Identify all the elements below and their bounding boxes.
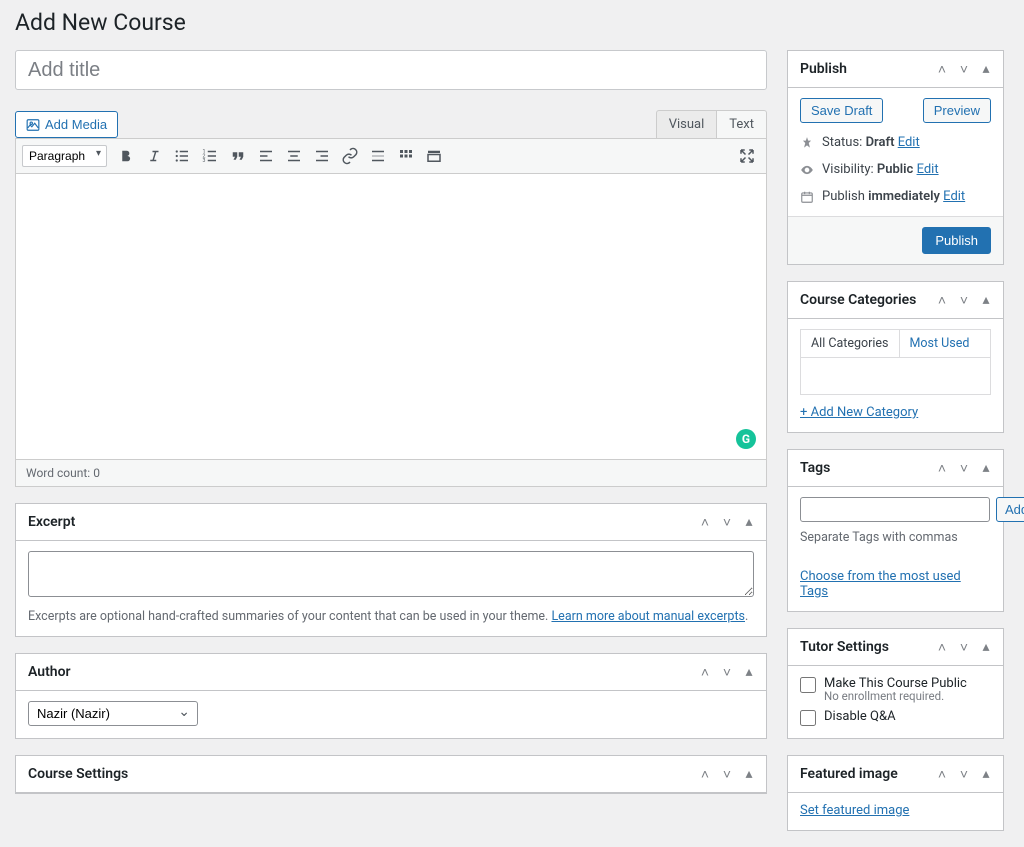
move-up-icon[interactable]: ˄ (931, 763, 953, 785)
italic-icon[interactable] (141, 143, 167, 169)
add-media-button[interactable]: Add Media (15, 111, 118, 138)
excerpt-help: Excerpts are optional hand-crafted summa… (28, 609, 754, 624)
toggle-panel-icon[interactable]: ▴ (738, 661, 760, 683)
toggle-panel-icon[interactable]: ▴ (738, 763, 760, 785)
media-icon (26, 118, 40, 132)
excerpt-heading: Excerpt (16, 504, 87, 540)
toggle-panel-icon[interactable]: ▴ (975, 289, 997, 311)
learn-more-link[interactable]: Learn more about manual excerpts (551, 609, 745, 624)
make-public-sub: No enrollment required. (824, 689, 991, 703)
grammarly-icon[interactable]: G (736, 429, 756, 449)
word-count: Word count: 0 (15, 460, 767, 487)
move-up-icon[interactable]: ˄ (931, 58, 953, 80)
move-up-icon[interactable]: ˄ (694, 661, 716, 683)
tag-input[interactable] (800, 497, 990, 522)
align-left-icon[interactable] (253, 143, 279, 169)
preview-button[interactable]: Preview (923, 98, 991, 123)
toggle-panel-icon[interactable]: ▴ (975, 636, 997, 658)
pin-icon (800, 136, 814, 150)
bold-icon[interactable] (113, 143, 139, 169)
choose-tags-link[interactable]: Choose from the most used Tags (800, 569, 961, 599)
editor-content[interactable]: G (15, 174, 767, 460)
categories-heading: Course Categories (788, 282, 928, 318)
toggle-panel-icon[interactable]: ▴ (738, 511, 760, 533)
author-select[interactable]: Nazir (Nazir) (28, 701, 198, 726)
move-down-icon[interactable]: ˅ (716, 511, 738, 533)
calendar-icon (800, 190, 814, 204)
numbered-list-icon[interactable]: 123 (197, 143, 223, 169)
move-up-icon[interactable]: ˄ (694, 763, 716, 785)
edit-schedule-link[interactable]: Edit (943, 189, 965, 204)
edit-status-link[interactable]: Edit (898, 135, 920, 150)
course-settings-heading: Course Settings (16, 756, 140, 792)
move-up-icon[interactable]: ˄ (694, 511, 716, 533)
set-featured-image-link[interactable]: Set featured image (800, 803, 909, 818)
toggle-panel-icon[interactable]: ▴ (975, 457, 997, 479)
move-down-icon[interactable]: ˅ (953, 58, 975, 80)
add-media-label: Add Media (45, 117, 107, 132)
toggle-panel-icon[interactable]: ▴ (975, 58, 997, 80)
visibility-icon (800, 163, 814, 177)
editor-toolbar: Paragraph 123 (15, 138, 767, 174)
author-heading: Author (16, 654, 83, 690)
disable-qa-checkbox[interactable] (800, 710, 816, 726)
move-down-icon[interactable]: ˅ (716, 763, 738, 785)
move-up-icon[interactable]: ˄ (931, 636, 953, 658)
tutor-settings-heading: Tutor Settings (788, 629, 901, 665)
quote-icon[interactable] (225, 143, 251, 169)
page-title: Add New Course (15, 0, 1004, 40)
make-public-checkbox[interactable] (800, 677, 816, 693)
excerpt-textarea[interactable] (28, 551, 754, 597)
move-up-icon[interactable]: ˄ (931, 289, 953, 311)
move-down-icon[interactable]: ˅ (953, 457, 975, 479)
align-center-icon[interactable] (281, 143, 307, 169)
disable-qa-label: Disable Q&A (824, 709, 896, 724)
editor-tab-visual[interactable]: Visual (656, 110, 718, 138)
insert-more-icon[interactable] (365, 143, 391, 169)
tags-help: Separate Tags with commas (800, 530, 991, 545)
move-down-icon[interactable]: ˅ (953, 289, 975, 311)
align-right-icon[interactable] (309, 143, 335, 169)
tags-heading: Tags (788, 450, 842, 486)
publish-button[interactable]: Publish (922, 227, 991, 254)
tab-most-used[interactable]: Most Used (900, 330, 980, 357)
toggle-panel-icon[interactable]: ▴ (975, 763, 997, 785)
tab-all-categories[interactable]: All Categories (801, 330, 900, 357)
add-category-link[interactable]: + Add New Category (800, 405, 918, 420)
move-down-icon[interactable]: ˅ (953, 636, 975, 658)
course-title-input[interactable] (15, 50, 767, 90)
save-draft-button[interactable]: Save Draft (800, 98, 883, 123)
edit-visibility-link[interactable]: Edit (917, 162, 939, 177)
bullet-list-icon[interactable] (169, 143, 195, 169)
featured-image-heading: Featured image (788, 756, 910, 792)
expand-icon[interactable] (734, 143, 760, 169)
editor-tab-text[interactable]: Text (717, 110, 767, 138)
svg-text:3: 3 (203, 158, 206, 164)
fullscreen-icon[interactable] (421, 143, 447, 169)
add-tag-button[interactable]: Add (996, 497, 1024, 522)
category-list[interactable] (800, 357, 991, 395)
format-select[interactable]: Paragraph (22, 145, 107, 167)
link-icon[interactable] (337, 143, 363, 169)
move-down-icon[interactable]: ˅ (953, 763, 975, 785)
move-down-icon[interactable]: ˅ (716, 661, 738, 683)
publish-heading: Publish (788, 51, 859, 87)
toolbar-toggle-icon[interactable] (393, 143, 419, 169)
move-up-icon[interactable]: ˄ (931, 457, 953, 479)
